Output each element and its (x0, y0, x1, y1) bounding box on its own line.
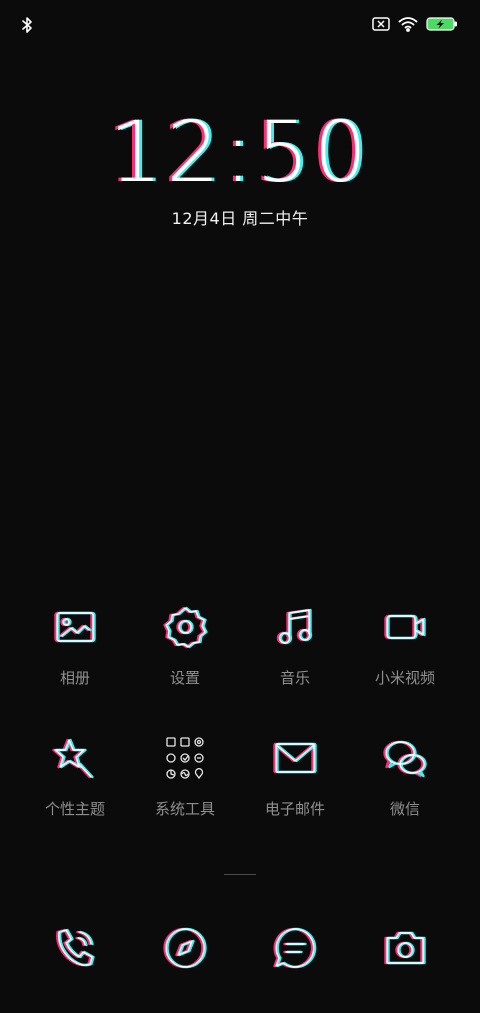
app-label: 电子邮件 (264, 800, 325, 818)
app-label: 个性主题 (44, 800, 105, 818)
browser-compass-icon[interactable] (161, 924, 209, 972)
lockscreen-clock: 12:50 (108, 103, 372, 201)
settings-gear-icon (163, 606, 208, 649)
email-icon (273, 742, 317, 774)
app-system-tools-folder[interactable]: 系统工具 (130, 734, 240, 819)
phone-icon[interactable] (51, 924, 99, 972)
video-icon (384, 614, 426, 640)
app-email[interactable]: 电子邮件 (240, 734, 350, 819)
messages-icon[interactable] (271, 924, 319, 972)
app-label: 系统工具 (154, 800, 215, 818)
system-tools-folder-icon (166, 737, 204, 780)
app-settings[interactable]: 设置 (130, 603, 240, 688)
app-label: 音乐 (279, 669, 310, 687)
camera-icon[interactable] (381, 924, 429, 972)
page-indicator (224, 874, 256, 875)
app-mi-video[interactable]: 小米视频 (350, 603, 460, 688)
themes-star-icon (52, 738, 94, 779)
no-sim-icon (372, 17, 390, 31)
status-bar (0, 0, 480, 50)
app-label: 微信 (389, 800, 420, 818)
wechat-icon (383, 740, 427, 778)
app-label: 相册 (59, 669, 90, 687)
app-themes[interactable]: 个性主题 (20, 734, 130, 819)
lockscreen-date: 12月4日 周二中午 (171, 209, 309, 228)
app-music[interactable]: 音乐 (240, 603, 350, 688)
music-note-icon (276, 608, 313, 645)
gallery-icon (54, 611, 96, 643)
app-label: 小米视频 (374, 669, 435, 687)
home-screen: 12:50 12月4日 周二中午 相册 设置 音乐 小米视频 个性主题 系统工具… (0, 0, 480, 1013)
wifi-icon (398, 17, 418, 32)
bluetooth-icon (22, 17, 32, 33)
app-label: 设置 (169, 669, 200, 687)
app-gallery[interactable]: 相册 (20, 603, 130, 688)
app-wechat[interactable]: 微信 (350, 734, 460, 819)
battery-charging-icon (426, 17, 457, 31)
